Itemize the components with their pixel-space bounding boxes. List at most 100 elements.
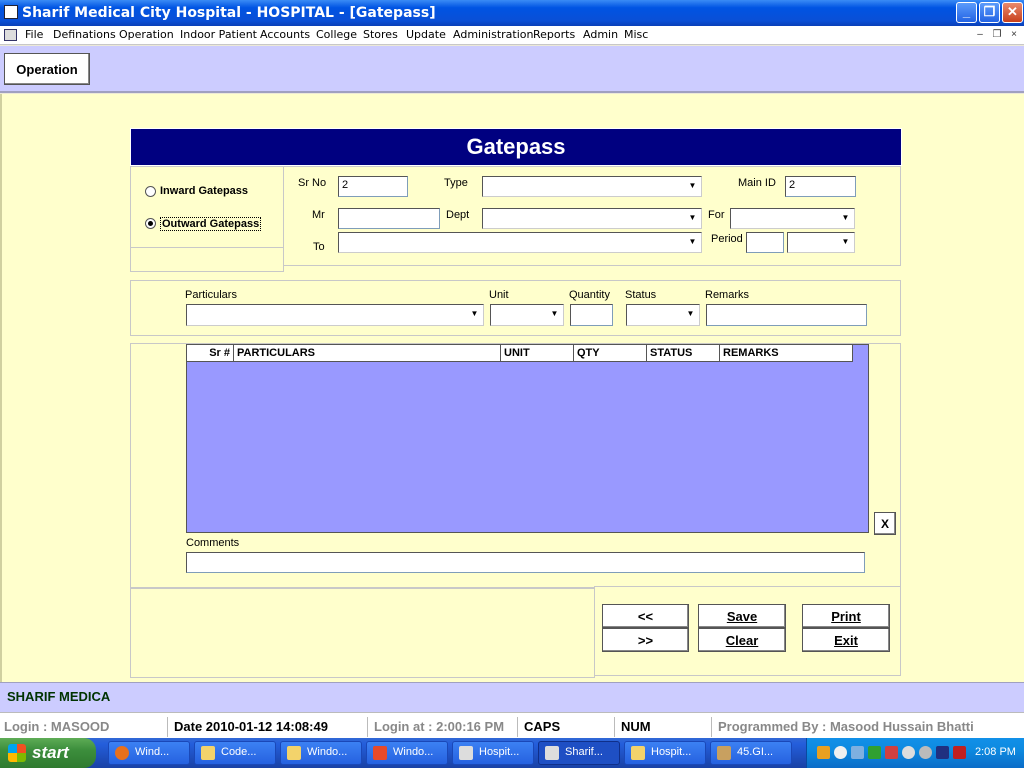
column-header-sr[interactable]: Sr # xyxy=(187,345,234,361)
taskbar-item-hospital-1[interactable]: Hospit... xyxy=(452,741,534,765)
minimize-button[interactable]: _ xyxy=(956,2,977,23)
menu-update[interactable]: Update xyxy=(406,28,446,41)
task-label: 45.GI... xyxy=(737,746,774,758)
task-label: Wind... xyxy=(135,746,170,758)
close-button[interactable]: ✕ xyxy=(1002,2,1023,23)
sr-no-input[interactable]: 2 xyxy=(338,176,408,197)
menu-admin[interactable]: Admin xyxy=(583,28,618,41)
taskbar-item-firefox[interactable]: Wind... xyxy=(108,741,190,765)
image-file-icon xyxy=(717,746,731,760)
tray-volume-icon[interactable] xyxy=(919,746,932,759)
chevron-down-icon: ▼ xyxy=(468,307,481,323)
status-programmer: Programmed By : Masood Hussain Bhatti xyxy=(718,719,974,734)
menu-indoor-patient[interactable]: Indoor Patient xyxy=(180,28,257,41)
menu-stores[interactable]: Stores xyxy=(363,28,398,41)
chevron-down-icon: ▼ xyxy=(548,307,561,323)
outward-gatepass-radio[interactable] xyxy=(145,218,156,229)
chevron-down-icon: ▼ xyxy=(839,211,852,226)
menu-definations[interactable]: Definations xyxy=(53,28,116,41)
period-label: Period xyxy=(711,233,743,245)
column-header-particulars[interactable]: PARTICULARS xyxy=(234,345,501,361)
column-header-unit[interactable]: UNIT xyxy=(501,345,574,361)
to-select[interactable]: ▼ xyxy=(338,232,702,253)
menu-college[interactable]: College xyxy=(316,28,357,41)
taskbar-item-hospital-2[interactable]: Hospit... xyxy=(624,741,706,765)
type-select[interactable]: ▼ xyxy=(482,176,702,197)
mr-label: Mr xyxy=(312,209,325,221)
tray-chat-icon[interactable] xyxy=(902,746,915,759)
tray-tools-icon[interactable] xyxy=(817,746,830,759)
menu-reports[interactable]: Reports xyxy=(533,28,575,41)
tray-shield-icon[interactable] xyxy=(953,746,966,759)
menu-file[interactable]: File xyxy=(25,28,43,41)
dept-select[interactable]: ▼ xyxy=(482,208,702,229)
status-login-at: Login at : 2:00:16 PM xyxy=(370,717,518,737)
items-grid[interactable]: Sr # PARTICULARS UNIT QTY STATUS REMARKS xyxy=(186,344,869,533)
exit-button[interactable]: Exit xyxy=(802,628,890,652)
tray-security-icon[interactable] xyxy=(868,746,881,759)
status-label: Status xyxy=(625,289,657,301)
chevron-down-icon: ▼ xyxy=(686,211,699,226)
tray-bluetooth-icon[interactable] xyxy=(936,746,949,759)
save-button[interactable]: Save xyxy=(698,604,786,628)
menu-operation[interactable]: Operation xyxy=(119,28,174,41)
column-header-status[interactable]: STATUS xyxy=(647,345,720,361)
to-label: To xyxy=(313,241,325,253)
tray-display-icon[interactable] xyxy=(851,746,864,759)
status-login: Login : MASOOD xyxy=(0,717,168,737)
mr-input[interactable] xyxy=(338,208,440,229)
tray-network-icon[interactable] xyxy=(834,746,847,759)
mdi-restore-button[interactable]: ❐ xyxy=(990,28,1004,42)
mdi-minimize-button[interactable]: – xyxy=(973,28,987,42)
main-id-input[interactable]: 2 xyxy=(785,176,856,197)
window-title-bar[interactable]: Sharif Medical City Hospital - HOSPITAL … xyxy=(0,0,1024,26)
operation-button[interactable]: Operation xyxy=(4,53,90,85)
clear-button[interactable]: Clear xyxy=(698,628,786,652)
for-select[interactable]: ▼ xyxy=(730,208,855,229)
menu-administration[interactable]: Administration xyxy=(453,28,534,41)
status-caps: CAPS xyxy=(520,717,615,737)
chevron-down-icon: ▼ xyxy=(686,179,699,194)
period-unit-select[interactable]: ▼ xyxy=(787,232,855,253)
column-header-qty[interactable]: QTY xyxy=(574,345,647,361)
quantity-label: Quantity xyxy=(569,289,610,301)
comments-label: Comments xyxy=(186,537,240,549)
menu-accounts[interactable]: Accounts xyxy=(260,28,310,41)
next-record-button[interactable]: >> xyxy=(602,628,689,652)
for-label: For xyxy=(708,209,725,221)
type-label: Type xyxy=(444,177,468,189)
chevron-down-icon: ▼ xyxy=(684,307,697,323)
taskbar-item-windows-folder[interactable]: Windo... xyxy=(280,741,362,765)
tray-clock[interactable]: 2:08 PM xyxy=(975,746,1016,758)
inward-gatepass-label[interactable]: Inward Gatepass xyxy=(160,185,248,197)
menu-misc[interactable]: Misc xyxy=(624,28,648,41)
maximize-button[interactable]: ❐ xyxy=(979,2,1000,23)
quantity-input[interactable] xyxy=(570,304,613,326)
mdi-close-button[interactable]: × xyxy=(1007,28,1021,42)
unit-select[interactable]: ▼ xyxy=(490,304,564,326)
menu-bar: File Definations Operation Indoor Patien… xyxy=(0,26,1024,45)
task-label: Windo... xyxy=(393,746,434,758)
system-tray: 2:08 PM xyxy=(806,738,1024,768)
period-number-input[interactable] xyxy=(746,232,784,253)
taskbar-item-windows-app[interactable]: Windo... xyxy=(366,741,448,765)
delete-row-button[interactable]: X xyxy=(874,512,896,535)
taskbar-item-sharif[interactable]: Sharif... xyxy=(538,741,620,765)
column-header-remarks[interactable]: REMARKS xyxy=(720,345,853,361)
remarks-input[interactable] xyxy=(706,304,867,326)
particulars-select[interactable]: ▼ xyxy=(186,304,484,326)
previous-record-button[interactable]: << xyxy=(602,604,689,628)
comments-input[interactable] xyxy=(186,552,865,573)
print-button[interactable]: Print xyxy=(802,604,890,628)
status-date: Date 2010-01-12 14:08:49 xyxy=(170,717,368,737)
inward-gatepass-radio[interactable] xyxy=(145,186,156,197)
taskbar-item-code-folder[interactable]: Code... xyxy=(194,741,276,765)
start-button[interactable]: start xyxy=(0,738,96,768)
outward-gatepass-label[interactable]: Outward Gatepass xyxy=(160,217,262,231)
taskbar-item-gif[interactable]: 45.GI... xyxy=(710,741,792,765)
mdi-child-icon[interactable] xyxy=(4,29,17,41)
task-label: Code... xyxy=(221,746,257,758)
folder-icon xyxy=(631,746,645,760)
tray-alert-icon[interactable] xyxy=(885,746,898,759)
status-select[interactable]: ▼ xyxy=(626,304,700,326)
